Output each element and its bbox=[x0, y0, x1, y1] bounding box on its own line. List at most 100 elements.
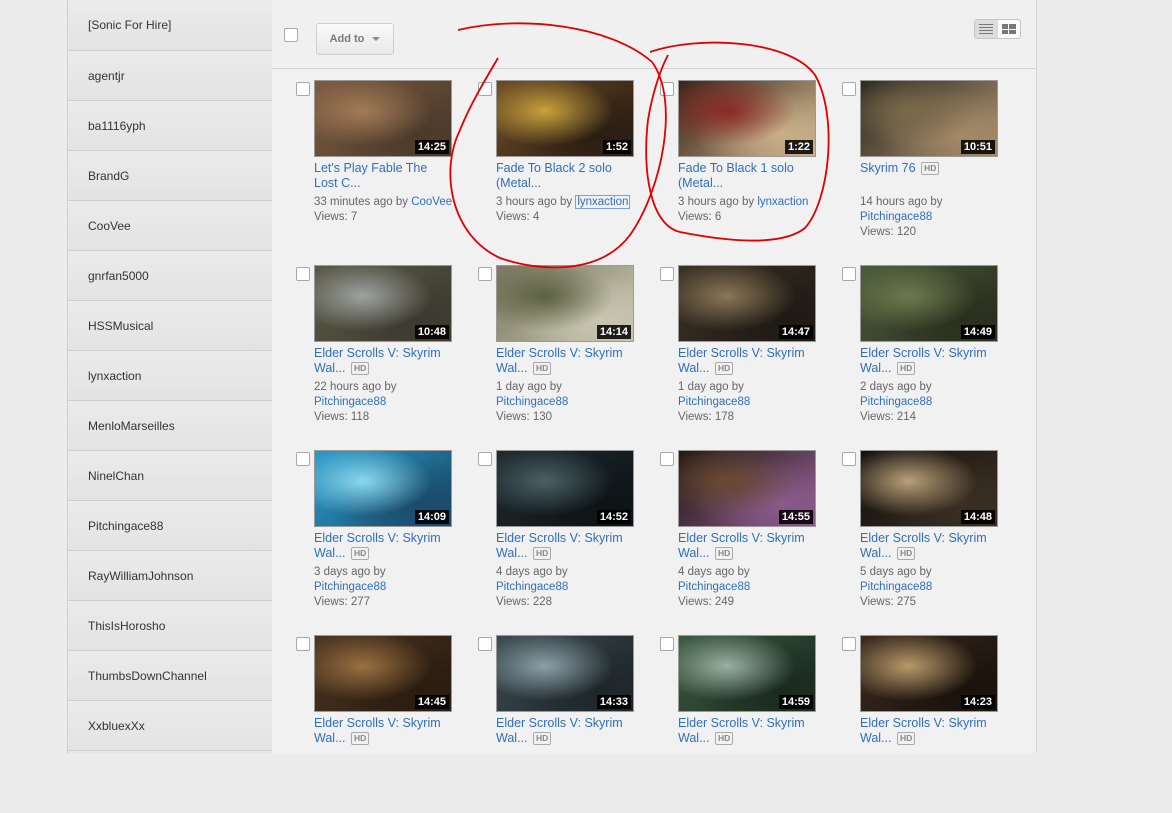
sidebar-item-lynxaction[interactable]: lynxaction bbox=[68, 351, 272, 401]
feed-toolbar: Add to bbox=[272, 0, 1036, 69]
video-select-checkbox[interactable] bbox=[842, 637, 856, 651]
video-title-link[interactable]: Elder Scrolls V: Skyrim Wal... HD bbox=[496, 716, 646, 746]
video-title-link[interactable]: Elder Scrolls V: Skyrim Wal... HD bbox=[678, 716, 828, 746]
sidebar-item-thisishorosho[interactable]: ThisIsHorosho bbox=[68, 601, 272, 651]
sidebar-item-hssmusical[interactable]: HSSMusical bbox=[68, 301, 272, 351]
author-link[interactable]: Pitchingace88 bbox=[860, 581, 932, 593]
video-thumbnail[interactable]: 14:14 bbox=[496, 265, 634, 342]
video-select-checkbox[interactable] bbox=[660, 452, 674, 466]
author-link[interactable]: Pitchingace88 bbox=[496, 581, 568, 593]
by-label: by bbox=[373, 566, 386, 578]
upload-age: 4 days ago bbox=[496, 566, 553, 578]
video-select-checkbox[interactable] bbox=[478, 637, 492, 651]
video-title-link[interactable]: Fade To Black 2 solo (Metal... bbox=[496, 161, 646, 191]
video-title-link[interactable]: Elder Scrolls V: Skyrim Wal... HD bbox=[860, 346, 1010, 376]
video-title-link[interactable]: Elder Scrolls V: Skyrim Wal... HD bbox=[496, 346, 646, 376]
video-thumbnail[interactable]: 14:23 bbox=[860, 635, 998, 712]
video-thumbnail[interactable]: 1:22 bbox=[678, 80, 816, 157]
video-thumbnail[interactable]: 14:25 bbox=[314, 80, 452, 157]
add-to-button[interactable]: Add to bbox=[316, 23, 394, 55]
view-count: Views: 6 bbox=[678, 211, 722, 223]
sidebar-item-thumbsdownchannel[interactable]: ThumbsDownChannel bbox=[68, 651, 272, 701]
video-title-line1: Let's Play Fable The bbox=[314, 161, 428, 175]
grid-view-button[interactable] bbox=[998, 20, 1021, 38]
video-title-line2: Wal... bbox=[496, 546, 528, 560]
video-select-checkbox[interactable] bbox=[296, 267, 310, 281]
author-link[interactable]: Pitchingace88 bbox=[860, 211, 932, 223]
video-select-checkbox[interactable] bbox=[842, 452, 856, 466]
by-label: by bbox=[741, 196, 755, 208]
video-thumbnail[interactable]: 14:48 bbox=[860, 450, 998, 527]
video-thumbnail[interactable]: 14:33 bbox=[496, 635, 634, 712]
author-link[interactable]: Pitchingace88 bbox=[314, 581, 386, 593]
video-select-checkbox[interactable] bbox=[296, 82, 310, 96]
sidebar-item-ninelchan[interactable]: NinelChan bbox=[68, 451, 272, 501]
author-link[interactable]: Pitchingace88 bbox=[678, 581, 750, 593]
video-meta: 1 day ago by Pitchingace88 Views: 130 bbox=[496, 380, 656, 425]
video-title-link[interactable]: Elder Scrolls V: Skyrim Wal... HD bbox=[496, 531, 646, 561]
video-title-line1: Elder Scrolls V: Skyrim bbox=[860, 531, 987, 545]
sidebar-item-agentjr[interactable]: agentjr bbox=[68, 51, 272, 101]
hd-badge: HD bbox=[896, 362, 916, 375]
list-view-button[interactable] bbox=[975, 20, 998, 38]
video-select-checkbox[interactable] bbox=[660, 637, 674, 651]
video-duration: 10:48 bbox=[414, 325, 449, 339]
video-thumbnail[interactable]: 14:45 bbox=[314, 635, 452, 712]
video-title-link[interactable]: Skyrim 76 HD bbox=[860, 161, 1010, 176]
view-count: Views: 275 bbox=[860, 596, 917, 608]
author-link[interactable]: Pitchingace88 bbox=[314, 396, 386, 408]
video-thumbnail[interactable]: 14:52 bbox=[496, 450, 634, 527]
video-title-link[interactable]: Elder Scrolls V: Skyrim Wal... HD bbox=[678, 531, 828, 561]
author-link[interactable]: Pitchingace88 bbox=[860, 396, 932, 408]
video-thumbnail[interactable]: 14:59 bbox=[678, 635, 816, 712]
video-select-checkbox[interactable] bbox=[842, 267, 856, 281]
video-title-line1: Elder Scrolls V: Skyrim bbox=[314, 346, 441, 360]
sidebar-item-raywilliamjohnson[interactable]: RayWilliamJohnson bbox=[68, 551, 272, 601]
author-link[interactable]: Pitchingace88 bbox=[678, 396, 750, 408]
sidebar-item-brandg[interactable]: BrandG bbox=[68, 151, 272, 201]
video-select-checkbox[interactable] bbox=[478, 82, 492, 96]
video-duration: 14:33 bbox=[596, 695, 631, 709]
author-link[interactable]: CooVee bbox=[411, 196, 452, 208]
author-link[interactable]: Pitchingace88 bbox=[496, 396, 568, 408]
video-title-line1: Elder Scrolls V: Skyrim bbox=[678, 346, 805, 360]
video-title-link[interactable]: Elder Scrolls V: Skyrim Wal... HD bbox=[860, 531, 1010, 561]
sidebar-item-ba1116yph[interactable]: ba1116yph bbox=[68, 101, 272, 151]
sidebar-item-menlomarseilles[interactable]: MenloMarseilles bbox=[68, 401, 272, 451]
upload-age: 1 day ago bbox=[678, 381, 729, 393]
video-thumbnail[interactable]: 14:49 bbox=[860, 265, 998, 342]
video-meta: 14 hours ago by Pitchingace88 Views: 120 bbox=[860, 195, 1020, 240]
video-title-link[interactable]: Elder Scrolls V: Skyrim Wal... HD bbox=[314, 716, 464, 746]
select-all-checkbox[interactable] bbox=[284, 28, 298, 42]
video-select-checkbox[interactable] bbox=[660, 267, 674, 281]
author-link[interactable]: lynxaction bbox=[757, 196, 808, 208]
video-title-link[interactable]: Let's Play Fable The Lost C... bbox=[314, 161, 464, 191]
video-thumbnail[interactable]: 14:09 bbox=[314, 450, 452, 527]
video-title-link[interactable]: Elder Scrolls V: Skyrim Wal... HD bbox=[678, 346, 828, 376]
video-thumbnail[interactable]: 1:52 bbox=[496, 80, 634, 157]
video-title-link[interactable]: Elder Scrolls V: Skyrim Wal... HD bbox=[314, 531, 464, 561]
video-thumbnail[interactable]: 14:47 bbox=[678, 265, 816, 342]
video-select-checkbox[interactable] bbox=[478, 267, 492, 281]
sidebar-item-sonic-for-hire[interactable]: [Sonic For Hire] bbox=[68, 0, 272, 51]
view-count: Views: 118 bbox=[314, 411, 370, 423]
sidebar-item-coovee[interactable]: CooVee bbox=[68, 201, 272, 251]
video-select-checkbox[interactable] bbox=[296, 452, 310, 466]
video-title-link[interactable]: Fade To Black 1 solo (Metal... bbox=[678, 161, 828, 191]
video-title-link[interactable]: Elder Scrolls V: Skyrim Wal... HD bbox=[860, 716, 1010, 746]
video-card: 14:49 Elder Scrolls V: Skyrim Wal... HD 2 d… bbox=[842, 265, 1022, 443]
video-thumbnail[interactable]: 10:48 bbox=[314, 265, 452, 342]
video-select-checkbox[interactable] bbox=[842, 82, 856, 96]
video-thumbnail[interactable]: 14:55 bbox=[678, 450, 816, 527]
video-select-checkbox[interactable] bbox=[660, 82, 674, 96]
sidebar-item-pitchingace88[interactable]: Pitchingace88 bbox=[68, 501, 272, 551]
sidebar-item-gnrfan5000[interactable]: gnrfan5000 bbox=[68, 251, 272, 301]
video-select-checkbox[interactable] bbox=[296, 637, 310, 651]
sidebar-item-xxbluexxx[interactable]: XxbluexXx bbox=[68, 701, 272, 751]
video-select-checkbox[interactable] bbox=[478, 452, 492, 466]
video-title-link[interactable]: Elder Scrolls V: Skyrim Wal... HD bbox=[314, 346, 464, 376]
video-meta: 3 hours ago by lynxaction Views: 4 bbox=[496, 195, 656, 225]
author-link[interactable]: lynxaction bbox=[575, 195, 631, 209]
view-count: Views: 178 bbox=[678, 411, 735, 423]
video-thumbnail[interactable]: 10:51 bbox=[860, 80, 998, 157]
